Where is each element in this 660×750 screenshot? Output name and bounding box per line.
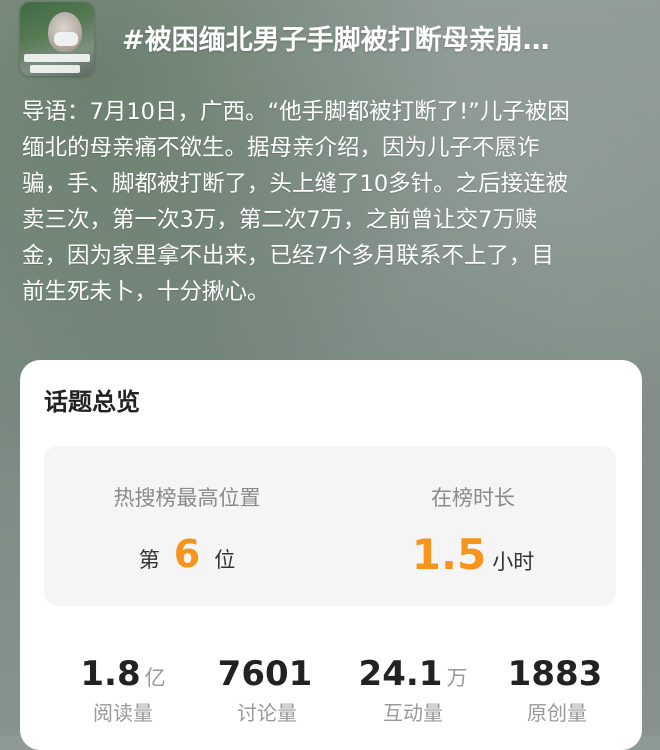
topic-title[interactable]: #被困缅北男子手脚被打断母亲崩… [122, 18, 642, 57]
metric-value: 7601 [217, 654, 313, 694]
metric-value: 1883 [507, 654, 603, 694]
metric-unit: 亿 [144, 666, 166, 690]
metric-interactions: 24.1 万 互动量 [338, 655, 488, 726]
metric-reads: 1.8 亿 阅读量 [48, 655, 198, 726]
on-list-duration-stat: 在榜时长 1.5 小时 [330, 446, 616, 606]
intro-line: 导语：7月10日，广西。“他手脚都被打断了!”儿子被困 [22, 99, 570, 125]
highest-rank-label: 热搜榜最高位置 [113, 486, 261, 510]
intro-line: 缅北的母亲痛不欲生。据母亲介绍，因为儿子不愿诈 [22, 135, 540, 161]
duration-value: 1.5 小时 [330, 532, 616, 578]
metric-unit: 万 [446, 666, 468, 690]
highest-rank-stat: 热搜榜最高位置 第 6 位 [44, 446, 330, 606]
topic-thumbnail[interactable] [20, 2, 94, 76]
metric-label: 原创量 [527, 701, 587, 725]
metric-value: 1.8 [80, 654, 141, 694]
intro-line: 金，因为家里拿不出来，已经7个多月联系不上了，目 [22, 243, 554, 269]
rank-prefix: 第 [138, 548, 160, 572]
duration-label: 在榜时长 [431, 486, 515, 510]
highest-rank-value: 第 6 位 [44, 532, 330, 576]
topic-header: #被困缅北男子手脚被打断母亲崩… [0, 0, 660, 90]
intro-line: 骗，手、脚都被打断了，头上缝了10多针。之后接连被 [22, 171, 569, 197]
rank-number: 6 [173, 532, 201, 576]
intro-line: 卖三次，第一次3万，第二次7万，之前曾让交7万赎 [22, 207, 538, 233]
face-mask-image [54, 32, 78, 46]
intro-line: 前生死未卜，十分揪心。 [22, 279, 270, 305]
metric-label: 互动量 [383, 701, 443, 725]
metric-label: 阅读量 [93, 701, 153, 725]
duration-unit: 小时 [492, 550, 535, 574]
video-caption-bar [24, 54, 90, 62]
rank-suffix: 位 [214, 548, 236, 572]
metric-discussions: 7601 讨论量 [192, 655, 342, 726]
ranking-stats: 热搜榜最高位置 第 6 位 在榜时长 1.5 小时 [44, 446, 616, 606]
duration-number: 1.5 [411, 530, 487, 579]
metric-value: 24.1 [358, 654, 443, 694]
engagement-metrics: 1.8 亿 阅读量 7601 讨论量 24.1 万 互动量 1883 原创量 [20, 655, 642, 735]
metric-label: 讨论量 [237, 701, 297, 725]
metric-original-posts: 1883 原创量 [482, 655, 632, 726]
topic-overview-card: 话题总览 热搜榜最高位置 第 6 位 在榜时长 1.5 小时 1.8 亿 阅读量 [20, 360, 642, 750]
topic-intro: 导语：7月10日，广西。“他手脚都被打断了!”儿子被困 缅北的母亲痛不欲生。据母… [22, 94, 642, 310]
overview-title: 话题总览 [44, 388, 140, 416]
video-caption-bar [30, 65, 80, 73]
